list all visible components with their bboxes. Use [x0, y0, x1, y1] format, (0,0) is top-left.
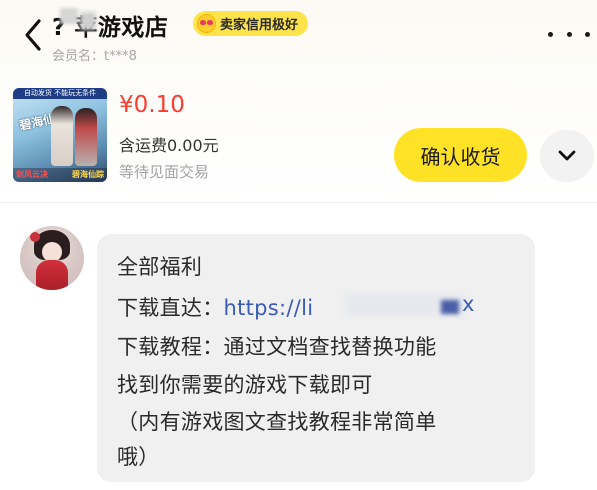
redaction-mark: [80, 12, 96, 30]
avatar-face: [42, 242, 62, 262]
product-thumbnail[interactable]: 自动发货 不能玩无条件 碧海仙踪 剑风云决 碧海仙踪: [13, 88, 107, 182]
confirm-receipt-button[interactable]: 确认收货: [394, 128, 527, 182]
chevron-left-icon: [25, 19, 41, 51]
order-status: 等待见面交易: [119, 163, 210, 181]
heart-eyes-emoji-icon: [197, 14, 216, 33]
message-line-download: 下载直达：https://li: [117, 292, 313, 322]
seller-rating-text: 卖家信用极好: [220, 18, 299, 33]
order-header-area: ? 苹游戏店 卖家信用极好 会员名：t***8 自动发货 不能玩无条件 碧海仙踪…: [0, 0, 597, 202]
message-line: 下载教程：通过文档查找替换功能: [117, 335, 437, 359]
download-link[interactable]: https://li: [224, 296, 314, 320]
ellipsis-icon: [566, 31, 572, 37]
shipping-fee: 含运费0.00元: [119, 136, 219, 155]
avatar-accessory: [30, 232, 40, 242]
message-line: 全部福利: [117, 255, 203, 279]
divider: [0, 202, 597, 203]
download-label: 下载直达：: [117, 296, 224, 320]
user-avatar[interactable]: [20, 226, 84, 290]
seller-rating-badge: 卖家信用极好: [193, 11, 309, 36]
chevron-down-icon: [558, 150, 576, 161]
thumb-bottom-banner: 剑风云决 碧海仙踪: [13, 168, 107, 182]
avatar-dress: [36, 260, 68, 290]
ellipsis-icon: [548, 31, 553, 37]
redaction-mark: [441, 300, 459, 314]
more-options-button[interactable]: [548, 24, 590, 44]
expand-button[interactable]: [540, 130, 594, 182]
thumb-bottom-left: 剑风云决: [16, 170, 48, 179]
message-line: 哦）: [117, 445, 160, 469]
thumb-top-banner: 自动发货 不能玩无条件: [13, 88, 107, 99]
member-name: 会员名：t***8: [52, 49, 137, 64]
ellipsis-icon: [585, 31, 590, 37]
message-line: 找到你需要的游戏下载即可: [117, 373, 373, 397]
back-button[interactable]: [18, 12, 48, 58]
order-price: ¥0.10: [119, 92, 185, 118]
character-figure: [75, 108, 97, 166]
character-figure: [51, 106, 73, 166]
redaction-mark: [60, 8, 78, 24]
download-link-end[interactable]: x: [462, 292, 475, 316]
thumb-bottom-right: 碧海仙踪: [72, 170, 104, 179]
message-line: （内有游戏图文查找教程非常简单: [117, 410, 437, 434]
chat-header: ? 苹游戏店 卖家信用极好 会员名：t***8: [0, 0, 597, 72]
